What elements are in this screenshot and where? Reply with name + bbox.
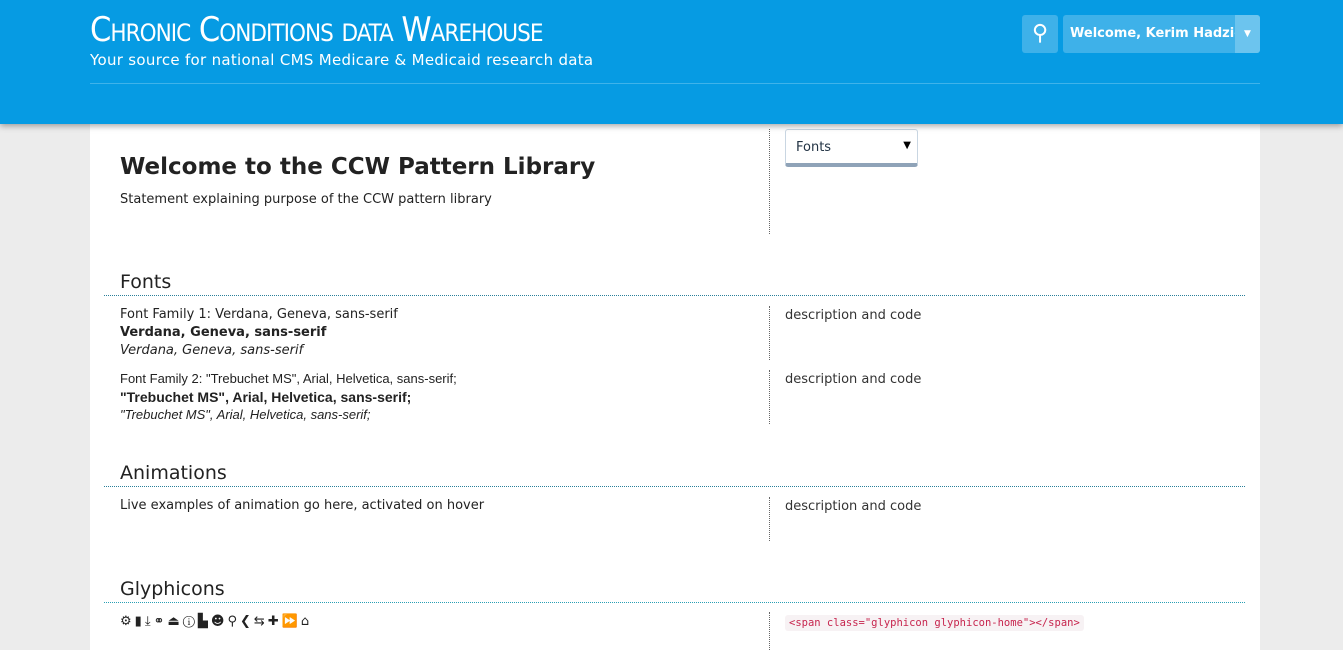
transfer-icon: ⇆ bbox=[253, 614, 268, 629]
select-value: Fonts bbox=[796, 140, 832, 155]
search-button[interactable]: ⚲ bbox=[1022, 15, 1058, 53]
font-italic-sample: "Trebuchet MS", Arial, Helvetica, sans-s… bbox=[120, 407, 371, 422]
chevron-left-icon: ❮ bbox=[240, 614, 254, 629]
user-menu-button[interactable]: Welcome, Kerim Hadzic ▼ bbox=[1063, 15, 1260, 53]
page-title: Welcome to the CCW Pattern Library bbox=[120, 154, 596, 180]
link-icon: ⚭ bbox=[153, 614, 168, 629]
search-icon: ⚲ bbox=[227, 614, 241, 629]
header-divider bbox=[90, 83, 1260, 84]
description: description and code bbox=[785, 308, 922, 323]
column-divider bbox=[769, 612, 770, 650]
description: description and code bbox=[785, 372, 922, 387]
site-subtitle: Your source for national CMS Medicare & … bbox=[90, 51, 594, 69]
content-card: Welcome to the CCW Pattern Library State… bbox=[90, 124, 1260, 650]
file-icon: ▙ bbox=[197, 614, 211, 629]
site-header: Chronic Conditions data Warehouse Your s… bbox=[0, 0, 1343, 124]
font-italic-sample: Verdana, Geneva, sans-serif bbox=[120, 343, 304, 358]
glyphicon-list: ⚙▮⤓⚭⏏ⓘ▙☻⚲❮⇆✚⏩⌂ bbox=[120, 614, 312, 629]
brand[interactable]: Chronic Conditions data Warehouse Your s… bbox=[90, 10, 593, 69]
animations-heading: Animations bbox=[120, 462, 227, 484]
font-family-label: Font Family 2: "Trebuchet MS", Arial, He… bbox=[120, 371, 457, 386]
section-select[interactable]: Fonts ▼ bbox=[785, 129, 918, 167]
font-family-1: Font Family 1: Verdana, Geneva, sans-ser… bbox=[120, 306, 398, 360]
info-icon: ⓘ bbox=[182, 614, 198, 629]
download-icon: ⤓ bbox=[144, 614, 154, 629]
description: description and code bbox=[785, 499, 922, 514]
font-family-label: Font Family 1: Verdana, Geneva, sans-ser… bbox=[120, 307, 398, 322]
glyphicons-heading: Glyphicons bbox=[120, 578, 225, 600]
caret-down-icon[interactable]: ▼ bbox=[1235, 15, 1260, 53]
section-divider bbox=[104, 295, 1245, 296]
user-icon: ☻ bbox=[210, 614, 228, 629]
column-divider bbox=[769, 370, 770, 424]
column-divider bbox=[769, 129, 770, 234]
caret-down-icon: ▼ bbox=[903, 140, 911, 151]
home-icon: ⌂ bbox=[300, 614, 313, 629]
code-sample: <span class="glyphicon glyphicon-home"><… bbox=[785, 615, 1084, 631]
section-divider bbox=[104, 602, 1245, 603]
forward-icon: ⏩ bbox=[281, 614, 301, 629]
site-title: Chronic Conditions data Warehouse bbox=[90, 10, 543, 50]
plus-icon: ✚ bbox=[267, 614, 282, 629]
column-divider bbox=[769, 497, 770, 541]
user-label: Welcome, Kerim Hadzic bbox=[1070, 26, 1242, 41]
cog-icon: ⚙ bbox=[120, 614, 135, 629]
search-icon: ⚲ bbox=[1031, 21, 1049, 46]
section-divider bbox=[104, 486, 1245, 487]
column-divider bbox=[769, 306, 770, 360]
comment-icon: ▮ bbox=[134, 614, 145, 629]
page-statement: Statement explaining purpose of the CCW … bbox=[120, 192, 492, 207]
fonts-heading: Fonts bbox=[120, 271, 172, 293]
font-family-2: Font Family 2: "Trebuchet MS", Arial, He… bbox=[120, 370, 457, 424]
font-bold-sample: Verdana, Geneva, sans-serif bbox=[120, 325, 327, 340]
animation-example[interactable]: Live examples of animation go here, acti… bbox=[120, 497, 484, 515]
hdd-icon: ⏏ bbox=[167, 614, 183, 629]
font-bold-sample: "Trebuchet MS", Arial, Helvetica, sans-s… bbox=[120, 389, 412, 405]
